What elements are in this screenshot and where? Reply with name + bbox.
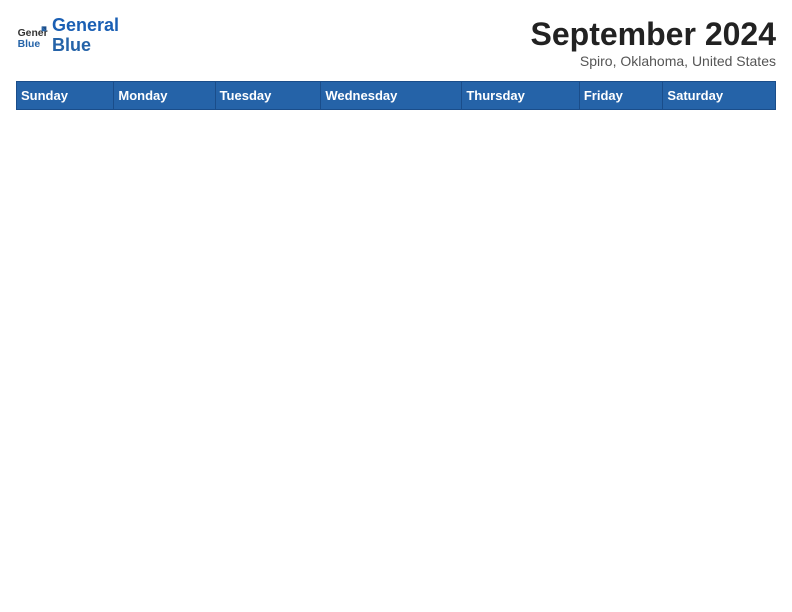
col-sunday: Sunday xyxy=(17,82,114,110)
svg-text:Blue: Blue xyxy=(18,39,41,50)
calendar-header-row: Sunday Monday Tuesday Wednesday Thursday… xyxy=(17,82,776,110)
col-tuesday: Tuesday xyxy=(215,82,321,110)
col-saturday: Saturday xyxy=(663,82,776,110)
logo: General Blue GeneralBlue xyxy=(16,16,119,56)
col-friday: Friday xyxy=(579,82,663,110)
col-wednesday: Wednesday xyxy=(321,82,462,110)
title-block: September 2024 Spiro, Oklahoma, United S… xyxy=(531,16,776,69)
logo-text: GeneralBlue xyxy=(52,16,119,56)
calendar-table: Sunday Monday Tuesday Wednesday Thursday… xyxy=(16,81,776,110)
page-header: General Blue GeneralBlue September 2024 … xyxy=(16,16,776,69)
month-title: September 2024 xyxy=(531,16,776,53)
logo-icon: General Blue xyxy=(16,20,48,52)
col-thursday: Thursday xyxy=(462,82,580,110)
col-monday: Monday xyxy=(114,82,215,110)
location-subtitle: Spiro, Oklahoma, United States xyxy=(531,53,776,69)
